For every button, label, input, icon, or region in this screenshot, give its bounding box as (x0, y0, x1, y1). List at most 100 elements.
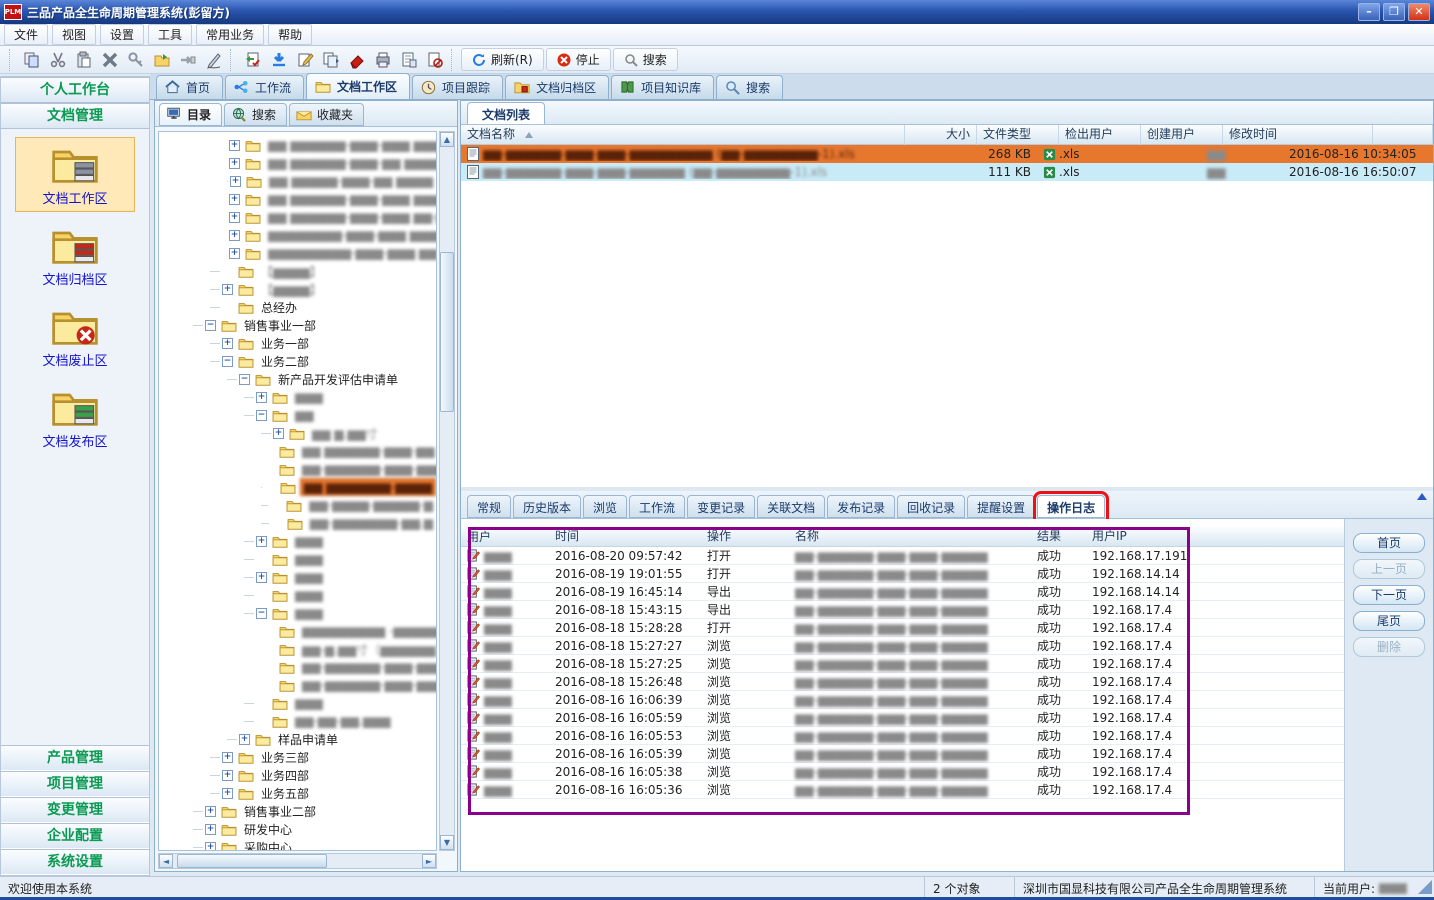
sidebar-button-系统设置[interactable]: 系统设置 (1, 849, 149, 875)
sidebar-button-企业配置[interactable]: 企业配置 (1, 823, 149, 849)
tree-node[interactable]: ▆▆-▆▆▆▆▆▆-▆▆▆-▆▆▆ (159, 658, 436, 676)
sidebar-section-document-management[interactable]: 文档管理 (1, 103, 149, 129)
tree-node[interactable]: ▆▆-▆▆-▆▆.▆▆▆ (159, 712, 436, 730)
tree-expander-minus[interactable]: − (205, 320, 216, 331)
log-row[interactable]: ▆▆▆2016-08-18 15:26:48浏览▆▆-▆▆▆▆▆▆-▆▆▆-▆▆… (461, 673, 1344, 691)
splitter-arrow-icon[interactable] (1417, 493, 1427, 500)
tab-搜索[interactable]: 搜索 (716, 75, 783, 99)
log-row[interactable]: ▆▆▆2016-08-19 19:01:55打开▆▆-▆▆▆▆▆▆-▆▆▆-▆▆… (461, 565, 1344, 583)
tree-expander-minus[interactable]: − (256, 410, 267, 421)
tree-node[interactable]: +▆▆ ▆.▆▆寸 (159, 424, 436, 442)
log-column-header-名称[interactable]: 名称 (789, 527, 1031, 546)
tree-horizontal-scrollbar[interactable]: ◄ ► (158, 853, 437, 869)
toolbar-sign-pen-button[interactable] (201, 48, 227, 72)
detail-tab-提醒设置[interactable]: 提醒设置 (967, 495, 1035, 518)
scroll-left-arrow[interactable]: ◄ (159, 854, 173, 868)
log-row[interactable]: ▆▆▆2016-08-18 15:28:28打开▆▆-▆▆▆▆▆▆-▆▆▆-▆▆… (461, 619, 1344, 637)
tree-node[interactable]: −销售事业一部 (159, 316, 436, 334)
tree-expander-minus[interactable]: − (222, 356, 233, 367)
resize-grip[interactable] (1418, 880, 1432, 894)
toolbar-copy-doc-button[interactable] (318, 48, 344, 72)
paging-button-下一页[interactable]: 下一页 (1353, 585, 1425, 605)
log-row[interactable]: ▆▆▆2016-08-18 15:27:27浏览▆▆-▆▆▆▆▆▆-▆▆▆-▆▆… (461, 637, 1344, 655)
tree-node[interactable]: ▆▆ ▆▆▆▆▆▆-▆▆▆-▆▆ (159, 442, 436, 460)
tree-tab-收藏夹[interactable]: 收藏夹 (289, 103, 364, 126)
tree-node[interactable]: +▆▆▆▆▆▆▆▆-▆▆▆-▆▆▆ ▆▆▆▆ (159, 226, 436, 244)
doc-column-header-大小[interactable]: 大小 (905, 125, 977, 145)
tree-vertical-scrollbar[interactable]: ▲ ▼ (439, 131, 455, 851)
tree-node[interactable]: ▆▆▆ (159, 694, 436, 712)
log-column-header-用户IP[interactable]: 用户IP (1086, 527, 1344, 546)
tree-expander-plus[interactable]: + (222, 752, 233, 763)
tree-node[interactable]: +业务三部 (159, 748, 436, 766)
doc-column-header-创建用户[interactable]: 创建用户 (1141, 125, 1223, 145)
tree-expander-plus[interactable]: + (222, 770, 233, 781)
tree-expander-minus[interactable]: − (256, 608, 267, 619)
tree-expander-plus[interactable]: + (229, 140, 240, 151)
toolbar-delete-button[interactable] (97, 48, 123, 72)
toolbar-cut-button[interactable] (45, 48, 71, 72)
log-row[interactable]: ▆▆▆2016-08-19 16:45:14导出▆▆-▆▆▆▆▆▆-▆▆▆-▆▆… (461, 583, 1344, 601)
detail-tab-历史版本[interactable]: 历史版本 (513, 495, 581, 518)
doc-column-header-文档名称[interactable]: 文档名称 (461, 125, 905, 145)
tree-node[interactable]: +▆▆ ▆▆▆▆▆-▆▆▆-▆▆ ▆▆▆▆ (159, 172, 436, 190)
detail-tab-浏览[interactable]: 浏览 (583, 495, 627, 518)
sidebar-item-文档归档区[interactable]: 文档归档区 (15, 218, 135, 293)
log-row[interactable]: ▆▆▆2016-08-18 15:27:25浏览▆▆-▆▆▆▆▆▆-▆▆▆-▆▆… (461, 655, 1344, 673)
tree-node[interactable]: +业务四部 (159, 766, 436, 784)
tree-node[interactable]: 总经办 (159, 298, 436, 316)
tree-node[interactable]: ▆▆-▆▆▆▆▆▆-▆▆▆-▆▆▆ (159, 676, 436, 694)
tab-项目知识库[interactable]: 项目知识库 (611, 75, 714, 99)
detail-tab-发布记录[interactable]: 发布记录 (827, 495, 895, 518)
detail-tab-关联文档[interactable]: 关联文档 (757, 495, 825, 518)
sidebar-item-文档工作区[interactable]: 文档工作区 (15, 137, 135, 212)
tree-node[interactable]: ▆▆ ▆▆▆▆▆▆▆-▆▆▆▆ (159, 478, 436, 496)
document-row[interactable]: ▆▆-▆▆▆▆▆▆-▆▆▆-▆▆▆-▆▆▆▆▆▆▆▆▆ (▆▆-▆▆▆▆▆▆▆▆… (461, 145, 1433, 163)
tree-tab-目录[interactable]: 目录 (159, 103, 222, 126)
tree-node[interactable]: ▆▆-▆.▆▆寸（▆▆▆▆▆▆） (159, 640, 436, 658)
log-row[interactable]: ▆▆▆2016-08-20 09:57:42打开▆▆-▆▆▆▆▆▆-▆▆▆-▆▆… (461, 547, 1344, 565)
tree-expander-plus[interactable]: + (229, 158, 240, 169)
paging-button-首页[interactable]: 首页 (1353, 533, 1425, 553)
menu-item-帮助[interactable]: 帮助 (268, 24, 312, 45)
tree-expander-plus[interactable]: + (229, 248, 240, 259)
tree-node[interactable]: −▆▆▆ (159, 604, 436, 622)
menu-item-视图[interactable]: 视图 (52, 24, 96, 45)
log-row[interactable]: ▆▆▆2016-08-16 16:05:38浏览▆▆-▆▆▆▆▆▆-▆▆▆-▆▆… (461, 763, 1344, 781)
tab-文档归档区[interactable]: 文档归档区 (505, 75, 609, 99)
log-column-header-时间[interactable]: 时间 (549, 527, 701, 546)
tree-expander-plus[interactable]: + (222, 788, 233, 799)
toolbar-print-button[interactable] (370, 48, 396, 72)
scroll-up-arrow[interactable]: ▲ (440, 132, 454, 147)
tab-document-list[interactable]: 文档列表 (467, 102, 545, 124)
toolbar-copy-button[interactable] (19, 48, 45, 72)
tree-expander-plus[interactable]: + (256, 392, 267, 403)
tree-node[interactable]: +▆▆ ▆▆▆▆▆▆-▆▆▆-▆▆ ▆▆▆▆ (159, 154, 436, 172)
tree-expander-plus[interactable]: + (256, 536, 267, 547)
menu-item-常用业务[interactable]: 常用业务 (196, 24, 264, 45)
toolbar-point-hand-button[interactable] (175, 48, 201, 72)
tree-expander-plus[interactable]: + (222, 284, 233, 295)
log-column-header-结果[interactable]: 结果 (1031, 527, 1086, 546)
tree-expander-plus[interactable]: + (230, 176, 241, 187)
tree-expander-plus[interactable]: + (229, 194, 240, 205)
refresh-button[interactable]: 刷新(R) (461, 48, 544, 71)
scroll-thumb[interactable] (440, 252, 454, 412)
stop-button[interactable]: 停止 (546, 48, 611, 71)
doc-column-header-文件类型[interactable]: 文件类型 (977, 125, 1059, 145)
toolbar-key-button[interactable] (123, 48, 149, 72)
tree-node[interactable]: −新产品开发评估申请单 (159, 370, 436, 388)
toolbar-doc-block-button[interactable] (422, 48, 448, 72)
tree-node[interactable]: +▆▆▆ (159, 532, 436, 550)
detail-tab-常规[interactable]: 常规 (467, 495, 511, 518)
tree-node[interactable]: ▆▆▆ (159, 550, 436, 568)
tree-node[interactable]: +▆▆▆ (159, 568, 436, 586)
menu-item-设置[interactable]: 设置 (100, 24, 144, 45)
tree-node[interactable]: ▆▆▆▆▆▆▆▆▆ -▆▆▆▆▆ (159, 622, 436, 640)
sidebar-item-文档废止区[interactable]: 文档废止区 (15, 299, 135, 374)
toolbar-checkout-folder-button[interactable] (149, 48, 175, 72)
tab-首页[interactable]: 首页 (156, 75, 223, 99)
tree-node[interactable]: ▆▆-▆▆▆▆▆▆▆-▆▆.▆ (159, 514, 436, 532)
tree-expander-plus[interactable]: + (205, 842, 216, 852)
tree-expander-plus[interactable]: + (222, 338, 233, 349)
